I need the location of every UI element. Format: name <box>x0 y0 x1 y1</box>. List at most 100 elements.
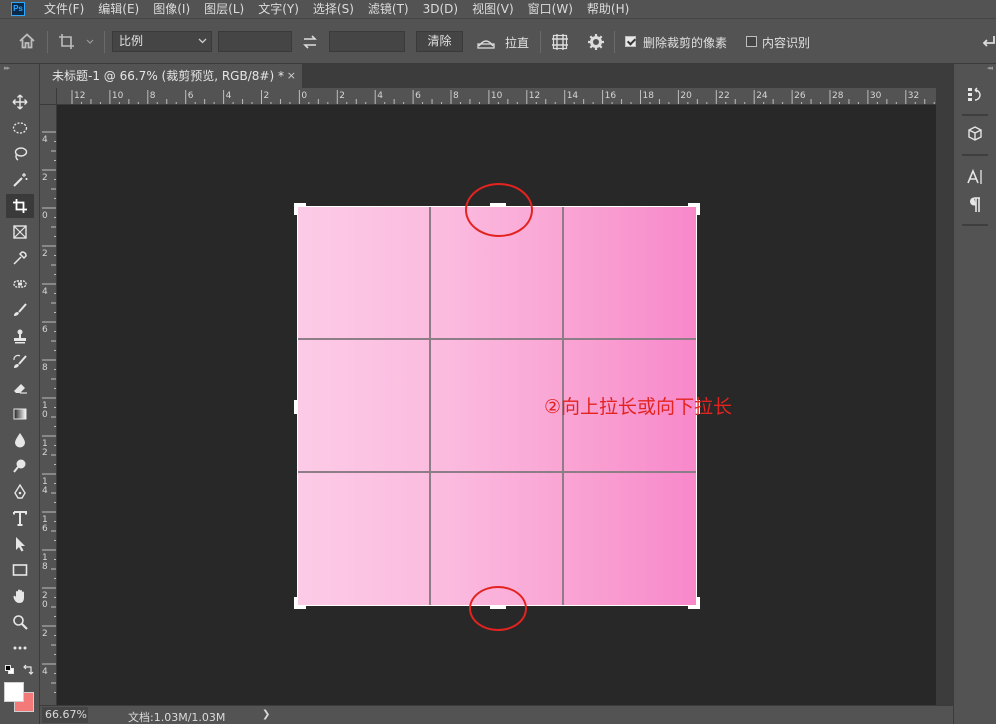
ruler-label: 0 <box>42 410 48 420</box>
dodge-tool-icon[interactable] <box>6 454 34 478</box>
3d-panel-icon[interactable] <box>964 123 986 145</box>
straighten-label[interactable]: 拉直 <box>505 34 529 51</box>
horizontal-ruler[interactable]: 12 10 8 6 4 2 0 2 4 6 8 10 12 14 16 18 20 22 24 26 28 30 32 <box>57 88 936 105</box>
brush-tool-icon[interactable] <box>6 298 34 322</box>
gradient-tool-icon[interactable] <box>6 402 34 426</box>
menu-image[interactable]: 图像(I) <box>146 0 197 18</box>
document-tab[interactable]: 未标题-1 @ 66.7% (裁剪预览, RGB/8#) * × <box>40 64 302 88</box>
ruler-label: 6 <box>188 91 194 101</box>
menu-window[interactable]: 窗口(W) <box>521 0 580 18</box>
character-panel-icon[interactable] <box>964 166 986 188</box>
frame-tool-icon[interactable] <box>6 220 34 244</box>
ruler-label: 2 <box>264 91 270 101</box>
ruler-label: 26 <box>794 91 806 101</box>
overlay-grid-icon[interactable] <box>551 33 569 51</box>
ruler-label: 32 <box>908 91 919 101</box>
rectangle-tool-icon[interactable] <box>6 558 34 582</box>
menu-type[interactable]: 文字(Y) <box>251 0 306 18</box>
vertical-ruler[interactable]: 420246810121416182024 <box>40 105 57 705</box>
menu-help[interactable]: 帮助(H) <box>580 0 636 18</box>
default-colors-icon[interactable] <box>5 665 15 675</box>
history-brush-tool-icon[interactable] <box>6 350 34 374</box>
crop-handle-left[interactable] <box>294 400 297 414</box>
swap-colors-icon[interactable] <box>22 664 34 676</box>
ruler-label: 30 <box>870 91 882 101</box>
hand-tool-icon[interactable] <box>6 584 34 608</box>
ruler-label: 4 <box>42 135 48 145</box>
ruler-label: 20 <box>680 91 692 101</box>
ruler-label: 22 <box>718 91 729 101</box>
lasso-tool-icon[interactable] <box>6 142 34 166</box>
panel-separator <box>962 224 988 226</box>
content-aware-checkbox[interactable] <box>746 36 757 47</box>
zoom-level-field[interactable]: 66.67% <box>42 707 88 723</box>
eraser-tool-icon[interactable] <box>6 376 34 400</box>
separator <box>614 31 615 53</box>
menu-select[interactable]: 选择(S) <box>306 0 361 18</box>
history-panel-icon[interactable] <box>964 84 986 106</box>
panel-separator <box>962 154 988 156</box>
ruler-label: 2 <box>42 629 48 639</box>
crop-handle-top-left[interactable] <box>294 203 297 215</box>
ruler-label: 0 <box>42 211 48 221</box>
ratio-select-value: 比例 <box>119 34 144 48</box>
chevron-right-icon[interactable]: ❯ <box>262 709 270 720</box>
delete-cropped-pixels-checkbox[interactable] <box>625 36 636 47</box>
content-aware-label[interactable]: 内容识别 <box>762 34 810 51</box>
foreground-color-swatch[interactable] <box>4 682 24 702</box>
ratio-select[interactable]: 比例 <box>112 31 212 52</box>
home-icon[interactable] <box>18 32 38 52</box>
crop-handle-bottom-right[interactable] <box>697 597 700 609</box>
annotation-text: ②向上拉长或向下拉长 <box>544 396 733 418</box>
width-input[interactable] <box>218 31 292 52</box>
clone-stamp-tool-icon[interactable] <box>6 324 34 348</box>
reset-icon[interactable] <box>980 32 996 52</box>
magic-wand-tool-icon[interactable] <box>6 168 34 192</box>
paragraph-panel-icon[interactable] <box>964 194 986 216</box>
straighten-icon[interactable] <box>476 33 496 51</box>
crop-tool-preset-icon[interactable] <box>57 32 97 52</box>
menu-layer[interactable]: 图层(L) <box>197 0 251 18</box>
options-bar: 比例 清除 拉直 删除裁剪的像素 内容识别 <box>0 18 996 64</box>
menu-filter[interactable]: 滤镜(T) <box>361 0 416 18</box>
zoom-tool-icon[interactable] <box>6 610 34 634</box>
clear-button[interactable]: 清除 <box>416 31 463 52</box>
ruler-origin[interactable] <box>40 88 57 105</box>
ruler-label: 4 <box>42 667 48 677</box>
healing-brush-tool-icon[interactable] <box>6 272 34 296</box>
path-selection-tool-icon[interactable] <box>6 532 34 556</box>
swap-icon[interactable] <box>301 33 319 51</box>
ruler-label: 8 <box>42 363 48 373</box>
ruler-label: 10 <box>491 91 503 101</box>
panel-grip[interactable]: ▸▸ <box>0 64 40 72</box>
menu-file[interactable]: 文件(F) <box>37 0 91 18</box>
pen-tool-icon[interactable] <box>6 480 34 504</box>
ruler-label: 6 <box>415 91 421 101</box>
move-tool-icon[interactable] <box>6 90 34 114</box>
panel-grip[interactable]: ◂◂ <box>953 64 996 72</box>
ruler-label: 12 <box>74 91 85 101</box>
close-icon[interactable]: × <box>287 64 296 88</box>
delete-cropped-pixels-label[interactable]: 删除裁剪的像素 <box>643 34 727 51</box>
more-tools-icon[interactable] <box>6 636 34 660</box>
annotation-circle-top <box>465 183 533 237</box>
marquee-tool-icon[interactable] <box>6 116 34 140</box>
height-input[interactable] <box>329 31 405 52</box>
panel-separator <box>962 114 988 116</box>
gear-icon[interactable] <box>587 33 605 51</box>
type-tool-icon[interactable] <box>6 506 34 530</box>
menu-view[interactable]: 视图(V) <box>465 0 521 18</box>
crop-handle-top-right[interactable] <box>697 203 700 215</box>
crop-tool-icon[interactable] <box>6 194 34 218</box>
ruler-label: 10 <box>112 91 124 101</box>
separator <box>47 31 48 53</box>
menu-3d[interactable]: 3D(D) <box>416 0 465 18</box>
blur-tool-icon[interactable] <box>6 428 34 452</box>
crop-handle-bottom-left[interactable] <box>294 597 297 609</box>
eyedropper-tool-icon[interactable] <box>6 246 34 270</box>
chevron-down-icon <box>198 38 207 44</box>
menu-edit[interactable]: 编辑(E) <box>91 0 146 18</box>
ruler-label: 4 <box>42 287 48 297</box>
vertical-scrollbar[interactable] <box>936 88 953 705</box>
document-size-info[interactable]: 文档:1.03M/1.03M <box>128 709 225 724</box>
